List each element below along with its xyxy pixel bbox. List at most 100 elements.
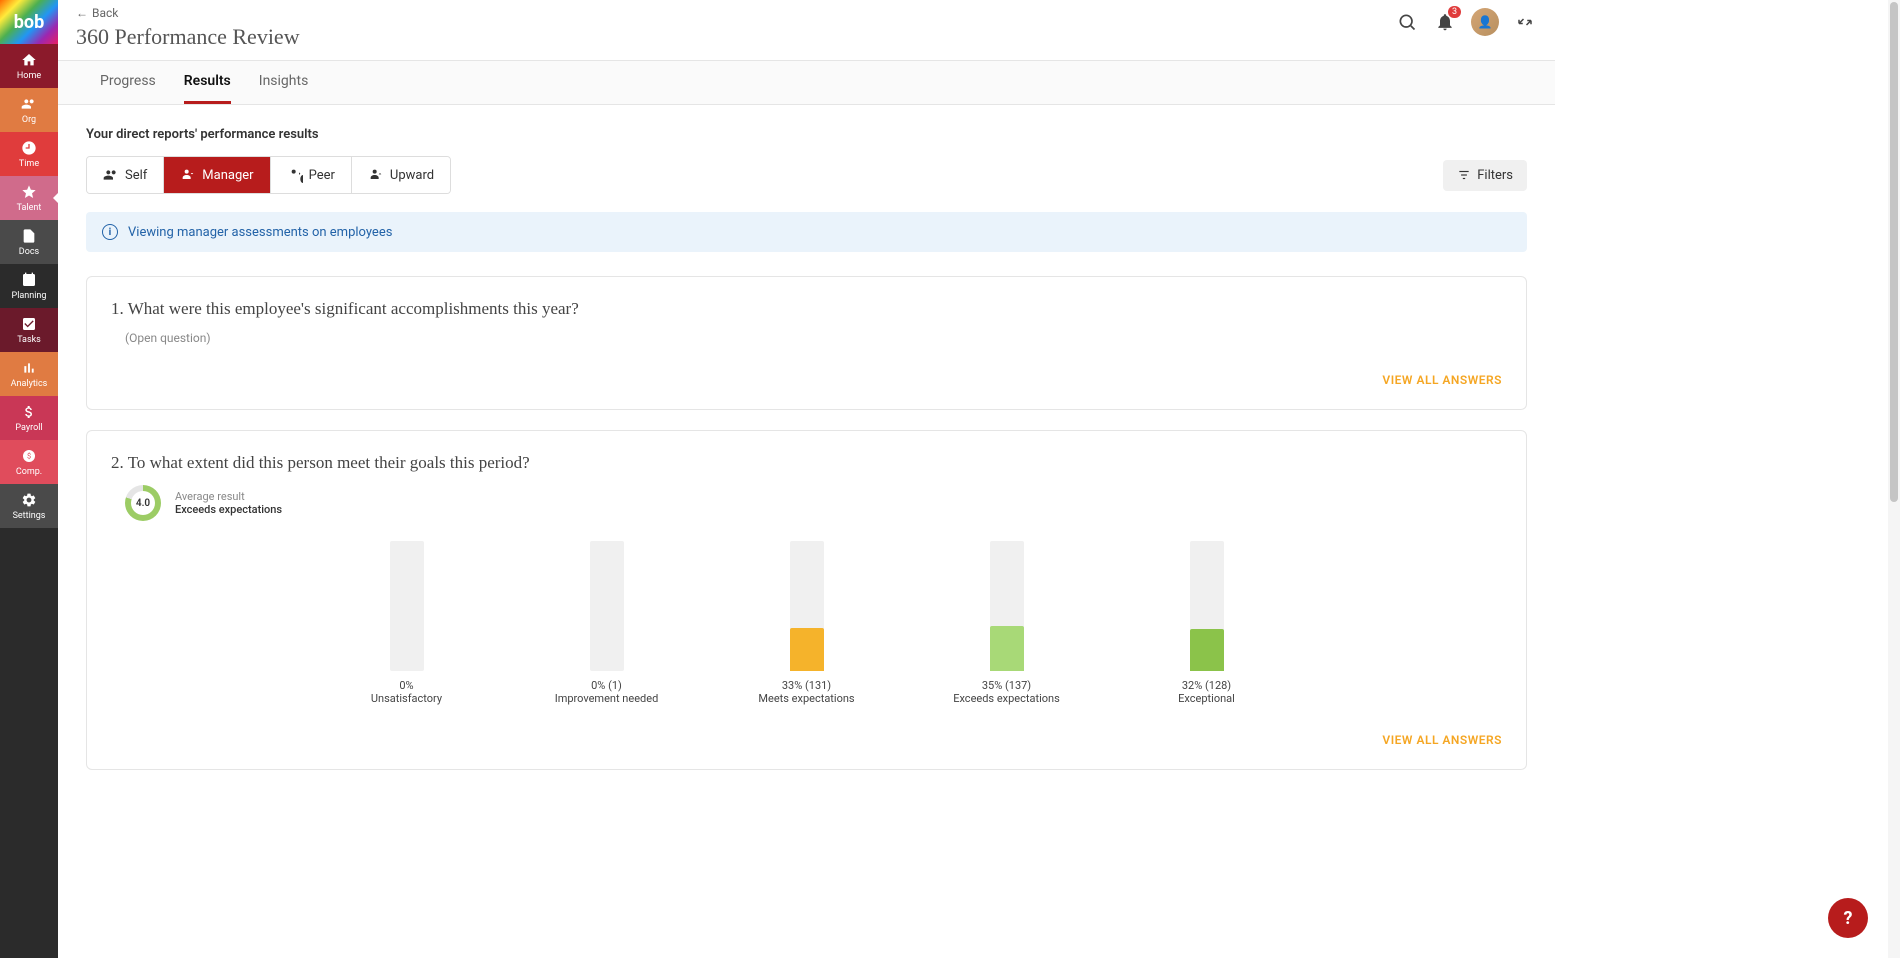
filters-label: Filters bbox=[1477, 168, 1513, 183]
notifications-button[interactable]: 3 bbox=[1433, 10, 1457, 34]
tab-progress[interactable]: Progress bbox=[100, 61, 156, 104]
nav-payroll[interactable]: Payroll bbox=[0, 396, 58, 440]
nav-comp[interactable]: $ Comp. bbox=[0, 440, 58, 484]
back-label: Back bbox=[92, 6, 118, 20]
bar-fill bbox=[790, 628, 824, 671]
nav-analytics[interactable]: Analytics bbox=[0, 352, 58, 396]
bar-column: 0% Unsatisfactory bbox=[342, 541, 472, 705]
average-score: 4.0 bbox=[136, 498, 150, 509]
question-1-note: (Open question) bbox=[125, 331, 1502, 345]
bar-column: 32% (128) Exceptional bbox=[1142, 541, 1272, 705]
page-title: 360 Performance Review bbox=[76, 24, 1537, 50]
tab-results[interactable]: Results bbox=[184, 61, 231, 104]
bar-track bbox=[390, 541, 424, 671]
segment-upward[interactable]: Upward bbox=[352, 157, 450, 193]
nav-settings[interactable]: Settings bbox=[0, 484, 58, 528]
bar-value-label: 32% (128) bbox=[1182, 679, 1231, 692]
nav-label: Talent bbox=[17, 203, 42, 213]
bar-track bbox=[790, 541, 824, 671]
bar-value-label: 0% (1) bbox=[591, 679, 622, 692]
info-icon: i bbox=[102, 224, 118, 240]
bar-value-label: 33% (131) bbox=[782, 679, 831, 692]
person-icon bbox=[103, 167, 119, 183]
dollar-icon bbox=[20, 403, 38, 421]
question-icon: ? bbox=[1844, 908, 1853, 929]
bar-column: 33% (131) Meets expectations bbox=[742, 541, 872, 705]
view-all-answers-1[interactable]: VIEW ALL ANSWERS bbox=[111, 373, 1502, 387]
nav-talent[interactable]: Talent bbox=[0, 176, 58, 220]
average-text-block: Average result Exceeds expectations bbox=[175, 490, 282, 516]
arrow-left-icon: ← bbox=[76, 6, 88, 20]
home-icon bbox=[20, 51, 38, 69]
app-logo[interactable]: bob bbox=[0, 0, 58, 44]
nav-docs[interactable]: Docs bbox=[0, 220, 58, 264]
bar-category-label: Improvement needed bbox=[555, 692, 659, 705]
person-side-icon bbox=[287, 167, 303, 183]
nav-time[interactable]: Time bbox=[0, 132, 58, 176]
star-icon bbox=[20, 183, 38, 201]
segment-manager[interactable]: Manager bbox=[164, 157, 270, 193]
page-header: ← Back 360 Performance Review bbox=[58, 6, 1555, 61]
bar-fill bbox=[1190, 629, 1224, 671]
question-card-2: 2. To what extent did this person meet t… bbox=[86, 430, 1527, 770]
document-icon bbox=[20, 227, 38, 245]
sidebar: bob Home Org Time Talent Docs Planning T… bbox=[0, 0, 58, 958]
bar-track bbox=[990, 541, 1024, 671]
segment-peer[interactable]: Peer bbox=[271, 157, 352, 193]
info-banner-text: Viewing manager assessments on employees bbox=[128, 225, 392, 240]
tabs: Progress Results Insights bbox=[58, 61, 1555, 105]
calendar-icon bbox=[20, 271, 38, 289]
bar-column: 0% (1) Improvement needed bbox=[542, 541, 672, 705]
nav-label: Settings bbox=[13, 511, 46, 521]
nav-label: Docs bbox=[19, 247, 39, 257]
segment-self[interactable]: Self bbox=[87, 157, 164, 193]
coin-icon: $ bbox=[20, 447, 38, 465]
nav-tasks[interactable]: Tasks bbox=[0, 308, 58, 352]
bar-category-label: Unsatisfactory bbox=[371, 692, 442, 705]
clock-icon bbox=[20, 139, 38, 157]
tab-insights[interactable]: Insights bbox=[259, 61, 309, 104]
bar-track bbox=[1190, 541, 1224, 671]
average-result-row: 4.0 Average result Exceeds expectations bbox=[125, 485, 1502, 521]
people-icon bbox=[20, 95, 38, 113]
info-banner: i Viewing manager assessments on employe… bbox=[86, 212, 1527, 252]
chart-icon bbox=[20, 359, 38, 377]
nav-label: Time bbox=[19, 159, 39, 169]
bar-category-label: Meets expectations bbox=[758, 692, 854, 705]
question-card-1: 1. What were this employee's significant… bbox=[86, 276, 1527, 410]
bar-fill bbox=[990, 626, 1024, 672]
distribution-chart: 0% Unsatisfactory 0% (1) Improvement nee… bbox=[111, 541, 1502, 705]
view-all-answers-2[interactable]: VIEW ALL ANSWERS bbox=[111, 733, 1502, 747]
section-title: Your direct reports' performance results bbox=[86, 127, 1527, 142]
scrollbar[interactable] bbox=[1888, 0, 1900, 958]
gear-icon bbox=[20, 491, 38, 509]
bar-value-label: 35% (137) bbox=[982, 679, 1031, 692]
filters-button[interactable]: Filters bbox=[1443, 160, 1527, 191]
check-icon bbox=[20, 315, 38, 333]
person-down-icon bbox=[180, 167, 196, 183]
question-1-title: 1. What were this employee's significant… bbox=[111, 299, 1502, 319]
bar-column: 35% (137) Exceeds expectations bbox=[942, 541, 1072, 705]
segment-label: Upward bbox=[390, 168, 434, 183]
segment-label: Self bbox=[125, 168, 147, 183]
nav-home[interactable]: Home bbox=[0, 44, 58, 88]
content-area: Your direct reports' performance results… bbox=[58, 105, 1555, 958]
scrollbar-thumb[interactable] bbox=[1890, 2, 1898, 502]
bar-value-label: 0% bbox=[399, 679, 413, 692]
svg-text:$: $ bbox=[27, 452, 31, 461]
person-up-icon bbox=[368, 167, 384, 183]
bar-category-label: Exceeds expectations bbox=[953, 692, 1060, 705]
nav-label: Home bbox=[17, 71, 41, 81]
nav-label: Analytics bbox=[11, 379, 48, 389]
back-button[interactable]: ← Back bbox=[76, 6, 118, 20]
question-2-title: 2. To what extent did this person meet t… bbox=[111, 453, 1502, 473]
help-button[interactable]: ? bbox=[1828, 898, 1868, 938]
filter-icon bbox=[1457, 168, 1471, 182]
nav-planning[interactable]: Planning bbox=[0, 264, 58, 308]
nav-label: Payroll bbox=[15, 423, 42, 433]
average-value-text: Exceeds expectations bbox=[175, 503, 282, 516]
nav-org[interactable]: Org bbox=[0, 88, 58, 132]
segment-label: Peer bbox=[309, 168, 335, 183]
nav-label: Planning bbox=[12, 291, 47, 301]
nav-label: Org bbox=[22, 115, 36, 125]
